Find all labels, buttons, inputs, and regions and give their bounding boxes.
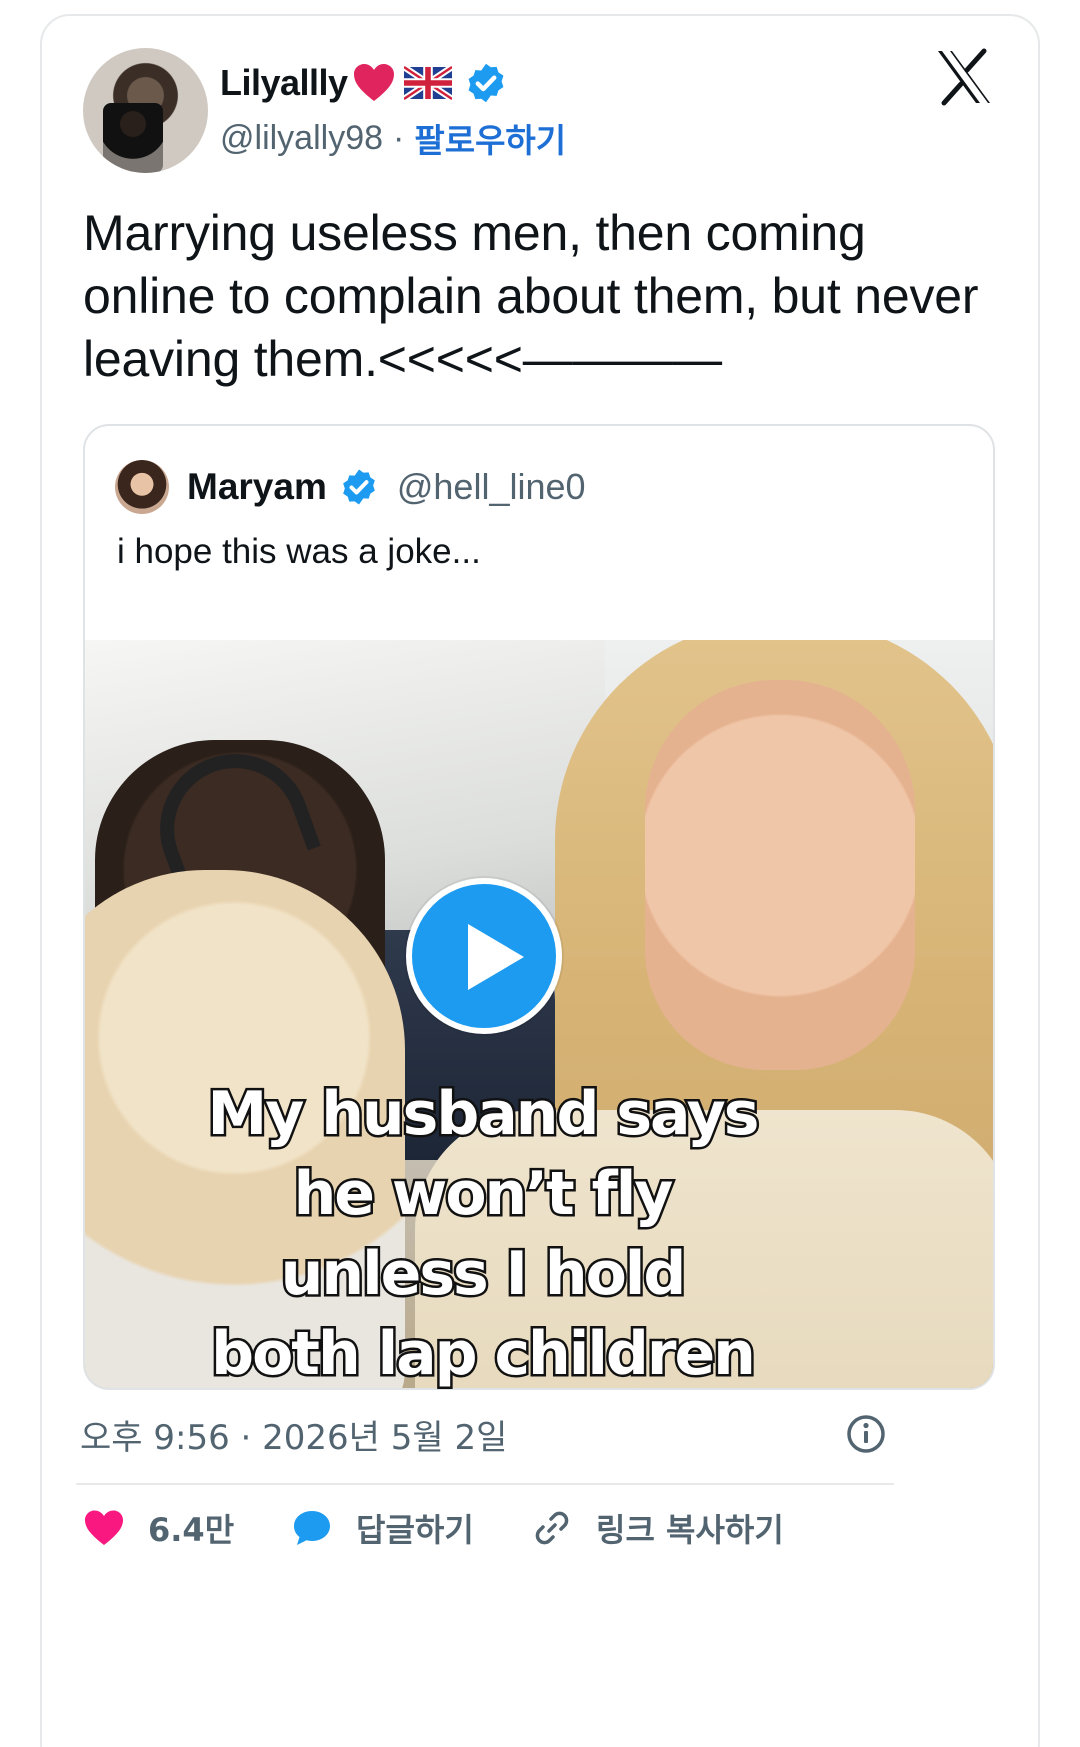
quoted-author-name: Maryam: [187, 466, 327, 507]
video-caption-line: both lap children: [209, 1317, 759, 1392]
reply-label: 답글하기: [356, 1511, 474, 1549]
follow-button[interactable]: 팔로우하기: [414, 114, 566, 162]
heart-emoji-icon: [353, 64, 394, 101]
uk-flag-icon: [403, 66, 452, 100]
reply-button[interactable]: 답글하기: [290, 1505, 474, 1551]
quoted-author-handle: @hell_line0: [396, 466, 586, 507]
heart-icon: [85, 1510, 123, 1545]
play-button[interactable]: [406, 878, 562, 1034]
author-name-row: Lilyallly: [220, 58, 508, 108]
quoted-tweet-header: Maryam @hell_line0: [115, 460, 586, 514]
video-caption-line: My husband says: [205, 1077, 762, 1152]
action-bar: 6.4만 답글하기 링크 복사하기: [0, 1505, 1080, 1555]
x-logo-icon[interactable]: [934, 48, 994, 106]
like-button[interactable]: 6.4만: [82, 1505, 234, 1551]
video-caption-line: unless I hold: [278, 1237, 689, 1312]
play-icon: [468, 924, 524, 990]
reply-bubble-icon: [294, 1511, 330, 1545]
tweet-text: Marrying useless men, then coming online…: [83, 205, 979, 387]
quoted-tweet-text: i hope this was a joke...: [117, 532, 481, 571]
author-handle-row: @lilyally98 · 팔로우하기: [220, 114, 566, 162]
avatar-inset-photo: [103, 103, 163, 173]
author-handle[interactable]: @lilyally98: [220, 119, 383, 158]
author-avatar[interactable]: [83, 48, 208, 173]
divider: [76, 1483, 894, 1485]
video-caption-line: he won’t fly: [291, 1157, 676, 1232]
copy-link-button[interactable]: 링크 복사하기: [530, 1505, 784, 1551]
quoted-verified-badge-icon: [343, 469, 375, 505]
link-icon: [535, 1511, 569, 1545]
author-display-name[interactable]: Lilyallly: [220, 62, 348, 104]
info-icon[interactable]: [846, 1414, 886, 1454]
tweet-timestamp[interactable]: 오후 9:56 · 2026년 5월 2일: [80, 1410, 507, 1459]
video-caption: My husband says he won’t fly unless I ho…: [0, 1074, 965, 1394]
like-count: 6.4만: [148, 1511, 235, 1549]
handle-separator: ·: [393, 118, 405, 157]
verified-badge-icon: [468, 63, 503, 103]
copy-link-label: 링크 복사하기: [596, 1511, 784, 1549]
quoted-author-avatar: [115, 460, 169, 514]
video-woman-face: [645, 680, 915, 1070]
